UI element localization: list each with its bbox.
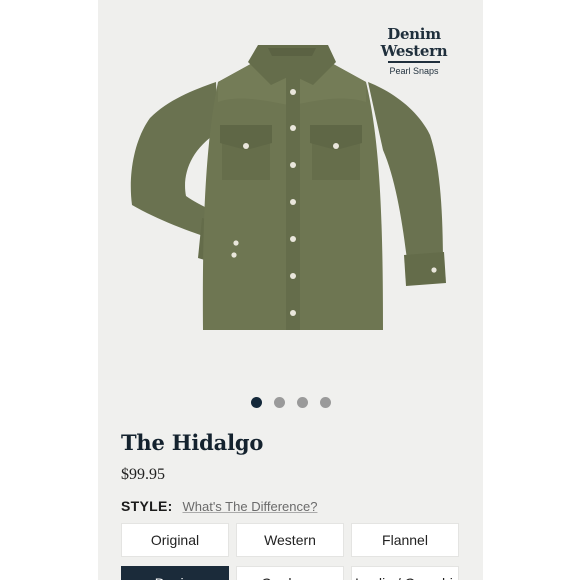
image-carousel-dots [98,397,483,409]
style-option-hoodie-overshirt[interactable]: Hoodie / Overshirt [351,566,459,580]
style-option-corduroy[interactable]: Corduroy [236,566,344,580]
style-option-denim[interactable]: Denim [121,566,229,580]
style-option-flannel[interactable]: Flannel [351,523,459,557]
product-price: $99.95 [121,466,165,483]
style-option-original[interactable]: Original [121,523,229,557]
left-margin [0,0,98,580]
badge-line-denim: Denim [387,25,441,43]
badge-line-western: Western [380,42,448,60]
badge-divider [388,61,440,63]
denim-western-badge: Denim Western Pearl Snaps [379,26,449,77]
badge-subtitle: Pearl Snaps [389,66,439,76]
style-difference-link[interactable]: What's The Difference? [182,499,317,514]
style-label: STYLE: [121,498,173,514]
right-margin [483,0,580,580]
style-selector-header: STYLE: What's The Difference? [121,498,317,514]
style-option-western[interactable]: Western [236,523,344,557]
carousel-dot[interactable] [250,397,262,408]
product-image[interactable]: Denim Western Pearl Snaps [98,0,483,380]
product-panel: Denim Western Pearl Snaps The Hidalgo $9… [98,0,483,580]
carousel-dot[interactable] [296,397,308,408]
carousel-dot[interactable] [273,397,285,408]
carousel-dot[interactable] [319,397,331,408]
product-title: The Hidalgo [121,430,264,455]
